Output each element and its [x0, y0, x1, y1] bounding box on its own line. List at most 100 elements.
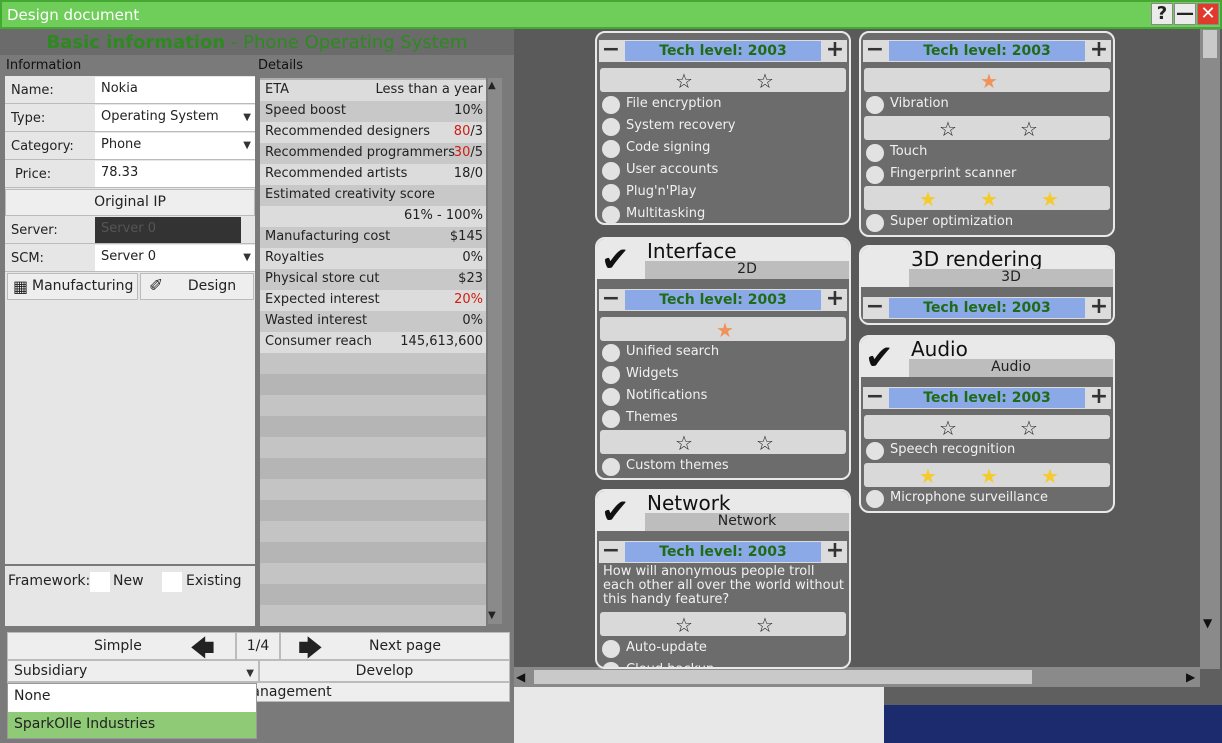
feature-checkbox[interactable] [602, 140, 620, 158]
minus-icon[interactable]: − [865, 386, 885, 408]
original-ip-button[interactable]: Original IP [5, 189, 255, 216]
feature-checkbox[interactable] [866, 144, 884, 162]
audio-title: Audio [911, 337, 968, 361]
feature-option[interactable]: Code signing [600, 137, 846, 159]
detail-value-text: 0% [462, 250, 483, 265]
feature-checkbox[interactable] [602, 184, 620, 202]
detail-label: Expected interest [265, 292, 380, 307]
price-input[interactable]: 78.33 [95, 161, 255, 187]
plus-icon[interactable]: + [825, 288, 845, 310]
scm-select[interactable]: Server 0 [95, 245, 255, 271]
minus-icon[interactable]: − [601, 39, 621, 61]
feature-checkbox[interactable] [602, 662, 620, 667]
feature-option[interactable]: Custom themes [600, 455, 846, 477]
subsidiary-select[interactable]: Subsidiary [7, 660, 259, 682]
feature-option[interactable]: Widgets [600, 363, 846, 385]
canvas-scroll-left-icon[interactable]: ◀ [516, 670, 525, 684]
minus-icon[interactable]: − [601, 288, 621, 310]
feature-checkbox[interactable] [602, 458, 620, 476]
checkmark-icon[interactable]: ✔ [865, 341, 894, 375]
plus-icon[interactable]: + [1089, 296, 1109, 318]
feature-checkbox[interactable] [602, 410, 620, 428]
feature-option[interactable]: Microphone surveillance [864, 487, 1110, 509]
feature-checkbox[interactable] [602, 366, 620, 384]
category-select[interactable]: Phone [95, 133, 255, 159]
dropdown-option-sparkolle[interactable]: SparkOlle Industries [8, 712, 256, 738]
feature-checkbox[interactable] [602, 640, 620, 658]
canvas-vertical-scrollbar[interactable] [1200, 29, 1220, 669]
feature-option[interactable]: Cloud backup [600, 659, 846, 667]
plus-icon[interactable]: + [1089, 39, 1109, 61]
new-framework-label: New [113, 573, 144, 589]
feature-option[interactable]: Plug'n'Play [600, 181, 846, 203]
star-filled-yellow-icon: ★ [919, 187, 937, 211]
feature-option[interactable]: Auto-update [600, 637, 846, 659]
feature-option[interactable]: Themes [600, 407, 846, 429]
new-framework-checkbox[interactable] [90, 572, 110, 592]
feature-option[interactable]: Notifications [600, 385, 846, 407]
minimize-button[interactable]: — [1174, 3, 1196, 25]
feature-option[interactable]: Unified search [600, 341, 846, 363]
canvas-scroll-right-icon[interactable]: ▶ [1186, 670, 1195, 684]
category-label: Category: [11, 139, 74, 154]
minus-icon[interactable]: − [601, 540, 621, 562]
feature-option[interactable]: Touch [864, 141, 1110, 163]
feature-option[interactable]: File encryption [600, 93, 846, 115]
scroll-down-icon[interactable]: ▼ [488, 610, 496, 621]
detail-label: Recommended programmers [265, 145, 456, 160]
minus-icon[interactable]: − [865, 296, 885, 318]
help-button[interactable]: ? [1151, 3, 1173, 25]
feature-checkbox[interactable] [602, 96, 620, 114]
name-input[interactable]: Nokia [95, 77, 255, 103]
design-button[interactable]: ✐ Design [140, 273, 254, 300]
plus-icon[interactable]: + [1089, 386, 1109, 408]
feature-checkbox[interactable] [866, 166, 884, 184]
horizontal-scroll-thumb[interactable] [534, 670, 1032, 684]
dropdown-option-none[interactable]: None [8, 684, 256, 710]
feature-checkbox[interactable] [602, 388, 620, 406]
develop-button[interactable]: Develop [259, 660, 510, 682]
feature-checkbox[interactable] [866, 490, 884, 508]
minus-icon[interactable]: − [865, 39, 885, 61]
window-titlebar: Design document [0, 0, 1222, 29]
detail-label: Physical store cut [265, 271, 380, 286]
plus-icon[interactable]: + [825, 540, 845, 562]
feature-checkbox[interactable] [602, 206, 620, 224]
canvas-scroll-down-icon[interactable]: ▼ [1203, 616, 1212, 630]
server-select[interactable]: Server 0 [95, 217, 241, 243]
feature-option[interactable]: User accounts [600, 159, 846, 181]
brush-icon: ✐ [149, 276, 164, 296]
tech-level-bar: Tech level: 2003 [889, 388, 1085, 408]
feature-option[interactable]: Multitasking [600, 203, 846, 225]
plus-icon[interactable]: + [825, 39, 845, 61]
feature-option[interactable]: System recovery [600, 115, 846, 137]
checkmark-icon[interactable]: ✔ [601, 243, 630, 277]
network-description: How will anonymous people troll each oth… [603, 564, 844, 607]
star-filled-orange-icon: ★ [716, 318, 734, 342]
feature-label: Widgets [626, 366, 679, 381]
detail-value: 0% [462, 313, 483, 328]
close-button[interactable]: ✕ [1197, 3, 1219, 25]
category-row: Category: Phone [5, 133, 255, 160]
details-scrollbar[interactable] [488, 78, 502, 624]
detail-empty-row [260, 563, 486, 584]
feature-checkbox[interactable] [866, 214, 884, 232]
feature-checkbox[interactable] [602, 344, 620, 362]
feature-checkbox[interactable] [866, 442, 884, 460]
existing-framework-checkbox[interactable] [162, 572, 182, 592]
detail-value-warning: 80 [453, 124, 471, 139]
type-select[interactable]: Operating System [95, 105, 255, 131]
feature-option[interactable]: Fingerprint scanner [864, 163, 1110, 185]
information-section-label: Information [6, 58, 82, 73]
feature-option[interactable]: Speech recognition [864, 439, 1110, 461]
checkmark-icon[interactable]: ✔ [601, 495, 630, 529]
feature-checkbox[interactable] [866, 96, 884, 114]
star-filled-orange-icon: ★ [980, 69, 998, 93]
scroll-up-icon[interactable]: ▲ [488, 80, 496, 91]
manufacturing-button[interactable]: ▦ Manufacturing [7, 273, 138, 300]
vertical-scroll-thumb[interactable] [1203, 30, 1217, 58]
feature-checkbox[interactable] [602, 118, 620, 136]
feature-option[interactable]: Super optimization [864, 211, 1110, 233]
feature-checkbox[interactable] [602, 162, 620, 180]
feature-option[interactable]: Vibration [864, 93, 1110, 115]
